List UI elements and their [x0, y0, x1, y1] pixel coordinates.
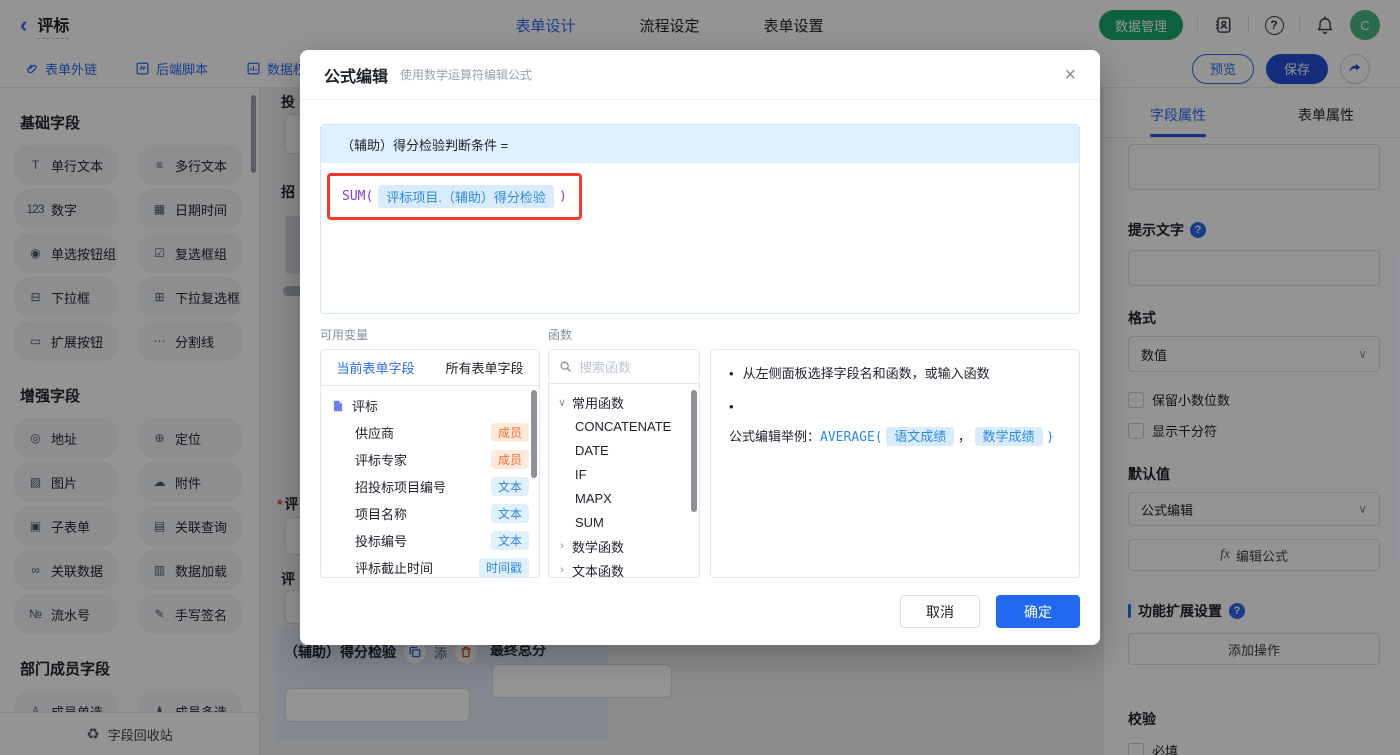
bullet: •: [729, 398, 734, 414]
function-item[interactable]: DATE: [557, 438, 693, 462]
example-function: AVERAGE(: [820, 429, 883, 445]
search-placeholder: 搜索函数: [579, 360, 632, 375]
formula-edit-modal: 公式编辑 使用数学运算符编辑公式 × （辅助）得分检验判断条件 = SUM( 评…: [300, 50, 1100, 645]
function-item[interactable]: IF: [557, 462, 693, 486]
formula-highlight-box: SUM( 评标项目.（辅助）得分检验 ): [327, 173, 582, 220]
functions-panel: 搜索函数 常用函数 CONCATENATEDATEIFMAPXSUM: [548, 349, 700, 578]
panel-scrollbar[interactable]: [1391, 252, 1397, 562]
chevron-icon: [557, 540, 567, 552]
function-item[interactable]: MAPX: [557, 486, 693, 510]
field-type-badge: 成员: [490, 423, 529, 442]
variables-scrollbar[interactable]: [531, 390, 537, 478]
functions-label: 函数: [548, 328, 573, 342]
example-chip: 数学成绩: [974, 426, 1043, 446]
example-chip: 语文成绩: [886, 426, 955, 446]
functions-scrollbar[interactable]: [691, 390, 697, 512]
function-group: 常用函数 CONCATENATEDATEIFMAPXSUM: [557, 390, 693, 534]
document-icon: [333, 400, 343, 411]
bullet: •: [729, 366, 734, 381]
variable-field-row[interactable]: 招投标项目编号 文本: [331, 473, 531, 500]
field-token-chip[interactable]: 评标项目.（辅助）得分检验: [378, 185, 554, 208]
function-search-input[interactable]: 搜索函数: [549, 350, 699, 384]
search-icon: [560, 361, 571, 372]
variable-field-row[interactable]: 评标专家 成员: [331, 446, 531, 473]
field-type-badge: 文本: [490, 504, 529, 523]
function-group-header[interactable]: 数学函数: [557, 534, 693, 558]
formula-function-open: SUM(: [342, 189, 374, 204]
field-type-badge: 时间戳: [478, 558, 529, 577]
modal-subtitle: 使用数学运算符编辑公式: [400, 68, 533, 82]
function-item[interactable]: CONCATENATE: [557, 414, 693, 438]
variable-field-row[interactable]: 投标编号 文本: [331, 527, 531, 554]
variable-field-row[interactable]: 项目名称 文本: [331, 500, 531, 527]
formula-editor[interactable]: （辅助）得分检验判断条件 = SUM( 评标项目.（辅助）得分检验 ): [320, 124, 1080, 314]
variable-field-row[interactable]: 供应商 成员: [331, 419, 531, 446]
confirm-button[interactable]: 确定: [996, 595, 1080, 628]
function-group: 文本函数: [557, 558, 693, 578]
chevron-icon: [557, 564, 567, 576]
variables-label: 可用变量: [320, 328, 369, 342]
cancel-button[interactable]: 取消: [900, 595, 980, 628]
function-group-header[interactable]: 文本函数: [557, 558, 693, 578]
field-type-badge: 文本: [490, 531, 529, 550]
function-item[interactable]: SUM: [557, 510, 693, 534]
variables-panel: 当前表单字段 所有表单字段 评标 供应商 成员 评标专家 成员 招投标项目编号 …: [320, 349, 540, 578]
formula-function-close: ): [558, 189, 567, 204]
function-group-header[interactable]: 常用函数: [557, 390, 693, 414]
variables-tab[interactable]: 当前表单字段: [336, 358, 414, 377]
app-root: ‹ 评标 表单设计 流程设定 表单设置 数据管理 ? C 表单外链 后端脚本 数…: [0, 0, 1400, 755]
formula-target: （辅助）得分检验判断条件 =: [321, 125, 1079, 163]
variable-field-row[interactable]: 评标截止时间 时间戳: [331, 554, 531, 577]
close-icon[interactable]: ×: [1064, 65, 1076, 85]
variables-tab[interactable]: 所有表单字段: [445, 358, 523, 377]
field-type-badge: 文本: [490, 477, 529, 496]
formula-help-panel: • 从左侧面板选择字段名和函数，或输入函数 • 公式编辑举例：AVERAGE( …: [710, 349, 1080, 578]
form-root-node[interactable]: 评标: [331, 392, 531, 419]
function-group: 数学函数: [557, 534, 693, 558]
modal-title: 公式编辑: [324, 68, 389, 86]
field-type-badge: 成员: [490, 450, 529, 469]
chevron-icon: [557, 396, 567, 409]
